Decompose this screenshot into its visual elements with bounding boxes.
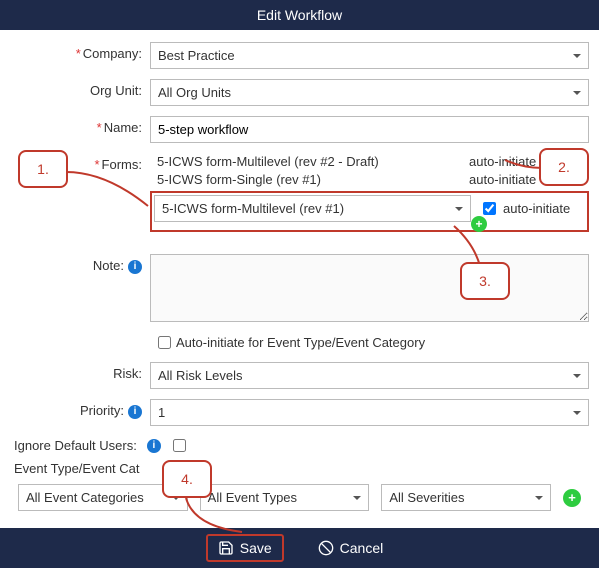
name-label: *Name: bbox=[10, 116, 150, 135]
info-icon[interactable]: i bbox=[128, 260, 142, 274]
ignore-checkbox[interactable] bbox=[173, 439, 186, 452]
auto-event-checkbox-wrap[interactable]: Auto-initiate for Event Type/Event Categ… bbox=[158, 335, 589, 350]
orgunit-select[interactable]: All Org Units bbox=[150, 79, 589, 106]
priority-label: Priority:i bbox=[10, 399, 150, 419]
auto-initiate-checkbox-wrap[interactable]: auto-initiate bbox=[475, 199, 585, 218]
cancel-button[interactable]: Cancel bbox=[308, 536, 394, 560]
save-button[interactable]: Save bbox=[206, 534, 284, 562]
dialog-title: Edit Workflow bbox=[0, 0, 599, 30]
form-row-name: 5-ICWS form-Multilevel (rev #2 - Draft) bbox=[150, 154, 469, 170]
severity-select[interactable]: All Severities bbox=[381, 484, 551, 511]
callout-1: 1. bbox=[18, 150, 68, 188]
auto-initiate-checkbox[interactable] bbox=[483, 202, 496, 215]
company-select[interactable]: Best Practice bbox=[150, 42, 589, 69]
company-label: *Company: bbox=[10, 42, 150, 61]
info-icon[interactable]: i bbox=[147, 439, 161, 453]
orgunit-label: Org Unit: bbox=[10, 79, 150, 98]
name-input[interactable] bbox=[150, 116, 589, 143]
auto-event-label: Auto-initiate for Event Type/Event Categ… bbox=[176, 335, 425, 350]
event-type-section-label: Event Type/Event Cat bbox=[14, 461, 589, 476]
info-icon[interactable]: i bbox=[128, 405, 142, 419]
cancel-icon bbox=[318, 540, 334, 556]
risk-label: Risk: bbox=[10, 362, 150, 381]
ignore-label: Ignore Default Users: bbox=[14, 438, 137, 453]
callout-2: 2. bbox=[539, 148, 589, 186]
auto-event-checkbox[interactable] bbox=[158, 336, 171, 349]
callout-4: 4. bbox=[162, 460, 212, 498]
callout-3: 3. bbox=[460, 262, 510, 300]
auto-initiate-label: auto-initiate bbox=[503, 201, 570, 216]
add-form-highlight-box: 5-ICWS form-Multilevel (rev #1) auto-ini… bbox=[150, 191, 589, 232]
note-textarea[interactable] bbox=[150, 254, 589, 322]
add-form-select[interactable]: 5-ICWS form-Multilevel (rev #1) bbox=[154, 195, 471, 222]
dialog-footer: Save Cancel bbox=[0, 528, 599, 568]
event-type-select[interactable]: All Event Types bbox=[200, 484, 370, 511]
note-label: Note:i bbox=[10, 254, 150, 274]
add-filter-plus-icon[interactable]: + bbox=[563, 489, 581, 507]
priority-select[interactable]: 1 bbox=[150, 399, 589, 426]
save-icon bbox=[218, 540, 234, 556]
form-row-name: 5-ICWS form-Single (rev #1) bbox=[150, 172, 469, 188]
risk-select[interactable]: All Risk Levels bbox=[150, 362, 589, 389]
add-form-plus-icon[interactable]: + bbox=[471, 216, 487, 232]
